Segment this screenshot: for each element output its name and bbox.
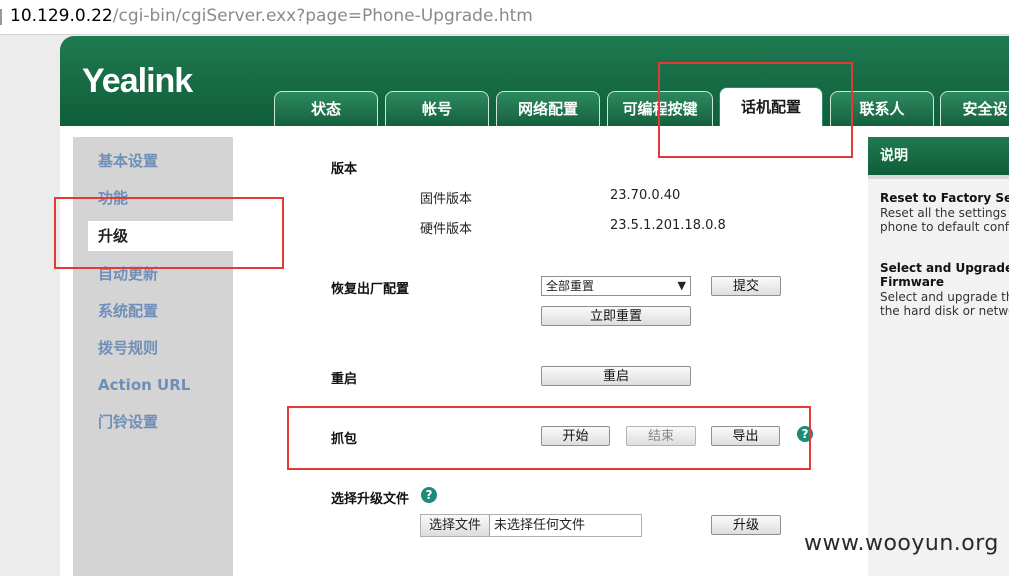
upgrade-help-heading-1: Select and Upgrade (880, 261, 1009, 275)
header-bar: Yealink 状态 帐号 网络配置 可编程按键 话机配置 联系人 安全设 (60, 36, 1009, 126)
reset-option-select[interactable]: 全部重置 ▼ (541, 276, 691, 296)
version-label: 版本 (331, 162, 358, 177)
phone-web-ui: Yealink 状态 帐号 网络配置 可编程按键 话机配置 联系人 安全设 基本… (60, 36, 1009, 576)
capture-help-icon[interactable]: ? (797, 426, 813, 442)
help-panel-title: 说明 (868, 137, 1009, 175)
upgrade-help-text-1: Select and upgrade the (880, 290, 1009, 304)
address-url[interactable]: 10.129.0.22/cgi-bin/cgiServer.exx?page=P… (10, 6, 533, 26)
url-path: /cgi-bin/cgiServer.exx?page=Phone-Upgrad… (112, 6, 533, 26)
reset-help-text-1: Reset all the settings of (880, 206, 1009, 220)
file-input[interactable]: 选择文件 未选择任何文件 (420, 514, 642, 537)
sidebar-item-dial-plan[interactable]: 拨号规则 (73, 333, 233, 363)
hardware-version-label: 硬件版本 (420, 222, 473, 237)
tab-status[interactable]: 状态 (274, 91, 378, 126)
sidebar: 基本设置 功能 升级 自动更新 系统配置 拨号规则 Action URL 门铃设… (73, 137, 248, 576)
tab-features[interactable]: 话机配置 (719, 87, 823, 126)
sidebar-item-config[interactable]: 系统配置 (73, 296, 233, 326)
hardware-version-value: 23.5.1.201.18.0.8 (610, 218, 726, 233)
url-host: 10.129.0.22 (10, 6, 113, 26)
address-bar-edge (0, 9, 2, 25)
help-panel-body: Reset to Factory Setti Reset all the set… (868, 179, 1009, 576)
capture-stop-button[interactable]: 结束 (626, 426, 696, 446)
packet-capture-label: 抓包 (331, 432, 358, 447)
upgrade-button[interactable]: 升级 (711, 515, 781, 535)
upgrade-file-label: 选择升级文件 (331, 492, 410, 507)
choose-file-button[interactable]: 选择文件 (421, 515, 490, 536)
factory-reset-label: 恢复出厂配置 (331, 282, 410, 297)
tab-contacts[interactable]: 联系人 (830, 91, 934, 126)
sidebar-item-auto-provision[interactable]: 自动更新 (73, 259, 233, 289)
submit-button[interactable]: 提交 (711, 276, 781, 296)
reset-option-value: 全部重置 (546, 279, 595, 293)
tab-security[interactable]: 安全设 (940, 91, 1009, 126)
upgrade-help-icon[interactable]: ? (421, 487, 437, 503)
capture-export-button[interactable]: 导出 (711, 426, 780, 446)
reset-help-heading: Reset to Factory Setti (880, 191, 1009, 205)
tab-network[interactable]: 网络配置 (496, 91, 600, 126)
tab-dsskey[interactable]: 可编程按键 (607, 91, 713, 126)
reset-now-button[interactable]: 立即重置 (541, 306, 691, 326)
help-panel: 说明 Reset to Factory Setti Reset all the … (868, 137, 1009, 576)
sidebar-item-door-phone[interactable]: 门铃设置 (73, 407, 233, 437)
tab-account[interactable]: 帐号 (385, 91, 489, 126)
sidebar-item-basic[interactable]: 基本设置 (73, 146, 233, 176)
capture-start-button[interactable]: 开始 (541, 426, 610, 446)
reboot-label: 重启 (331, 372, 358, 387)
firmware-version-value: 23.70.0.40 (610, 188, 681, 203)
sidebar-item-upgrade[interactable]: 升级 (88, 221, 248, 251)
sidebar-item-action-url[interactable]: Action URL (73, 370, 233, 400)
firmware-version-label: 固件版本 (420, 192, 473, 207)
address-bar[interactable]: 10.129.0.22/cgi-bin/cgiServer.exx?page=P… (0, 0, 1009, 35)
sidebar-item-features[interactable]: 功能 (73, 183, 233, 213)
dropdown-arrow-icon: ▼ (677, 279, 686, 292)
watermark-text: www.wooyun.org (804, 531, 999, 556)
upgrade-help-heading-2: Firmware (880, 275, 944, 289)
reset-help-text-2: phone to default config (880, 220, 1009, 234)
no-file-text: 未选择任何文件 (494, 518, 586, 533)
reboot-button[interactable]: 重启 (541, 366, 691, 386)
upgrade-help-text-2: the hard disk or network (880, 304, 1009, 318)
yealink-logo: Yealink (82, 62, 193, 100)
